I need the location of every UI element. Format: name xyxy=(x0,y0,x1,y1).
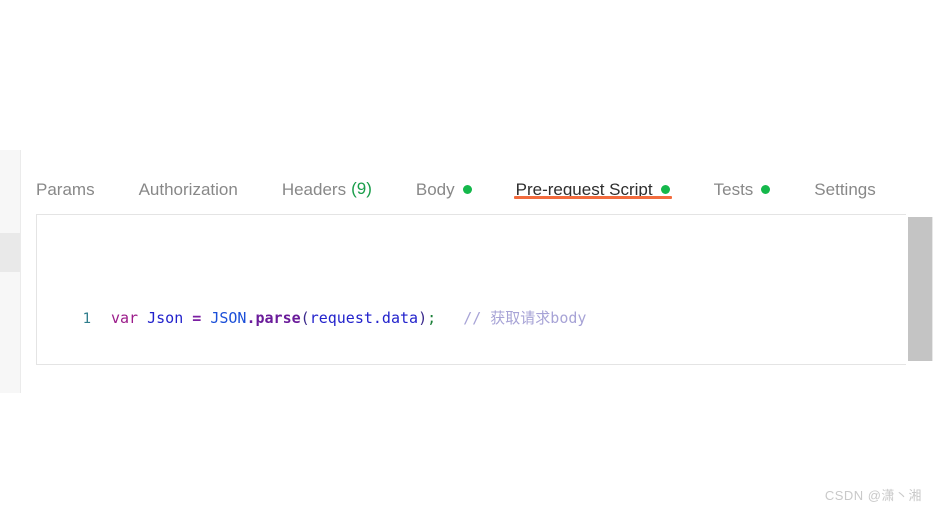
token-method: .parse xyxy=(246,309,301,327)
tab-body[interactable]: Body xyxy=(416,168,472,210)
csdn-watermark: CSDN @潇丶湘 xyxy=(824,488,922,503)
tab-tests[interactable]: Tests xyxy=(714,168,771,210)
token-object: JSON xyxy=(210,309,247,327)
left-rail-strip xyxy=(0,150,21,393)
token-comment: // 获取请求body xyxy=(463,309,587,327)
tab-headers[interactable]: Headers (9) xyxy=(282,168,372,210)
active-tab-underline xyxy=(513,196,672,199)
tab-label: Body xyxy=(415,179,455,199)
code-line: 1 var Json = JSON.parse(request.data); /… xyxy=(37,305,916,332)
tab-label: Params xyxy=(36,179,95,199)
code-area[interactable]: 1 var Json = JSON.parse(request.data); /… xyxy=(37,224,916,364)
token-argument: request.data xyxy=(309,309,419,327)
script-code-editor[interactable]: 1 var Json = JSON.parse(request.data); /… xyxy=(36,214,916,365)
tab-params[interactable]: Params xyxy=(36,168,95,210)
tab-headers-count: (9) xyxy=(351,179,372,198)
token-semicolon: ; xyxy=(427,309,437,327)
token-keyword: var xyxy=(111,309,139,327)
token-identifier: Json xyxy=(147,309,184,327)
green-dot-icon xyxy=(660,185,670,194)
tab-label: Tests xyxy=(713,179,754,199)
tab-label: Authorization xyxy=(138,179,238,199)
green-dot-icon xyxy=(761,185,771,194)
code-line-content: var Json = JSON.parse(request.data); // … xyxy=(91,305,586,332)
token-operator: = xyxy=(192,309,202,327)
tab-pre-request-script[interactable]: Pre-request Script xyxy=(513,168,672,210)
tab-label: Settings xyxy=(814,179,876,199)
tab-authorization[interactable]: Authorization xyxy=(139,168,238,210)
green-dot-icon xyxy=(462,185,472,194)
line-number: 1 xyxy=(82,311,91,327)
left-rail-active-segment[interactable] xyxy=(0,233,20,272)
request-tab-bar: Params Authorization Headers (9) Body Pr… xyxy=(36,168,876,210)
tab-settings[interactable]: Settings xyxy=(814,168,875,210)
tab-label: Pre-request Script xyxy=(515,179,653,199)
token-paren-close: ) xyxy=(418,309,428,327)
tab-label: Headers xyxy=(281,179,347,199)
token-paren-open: ( xyxy=(300,309,310,327)
editor-scrollbar-thumb[interactable] xyxy=(908,217,933,361)
